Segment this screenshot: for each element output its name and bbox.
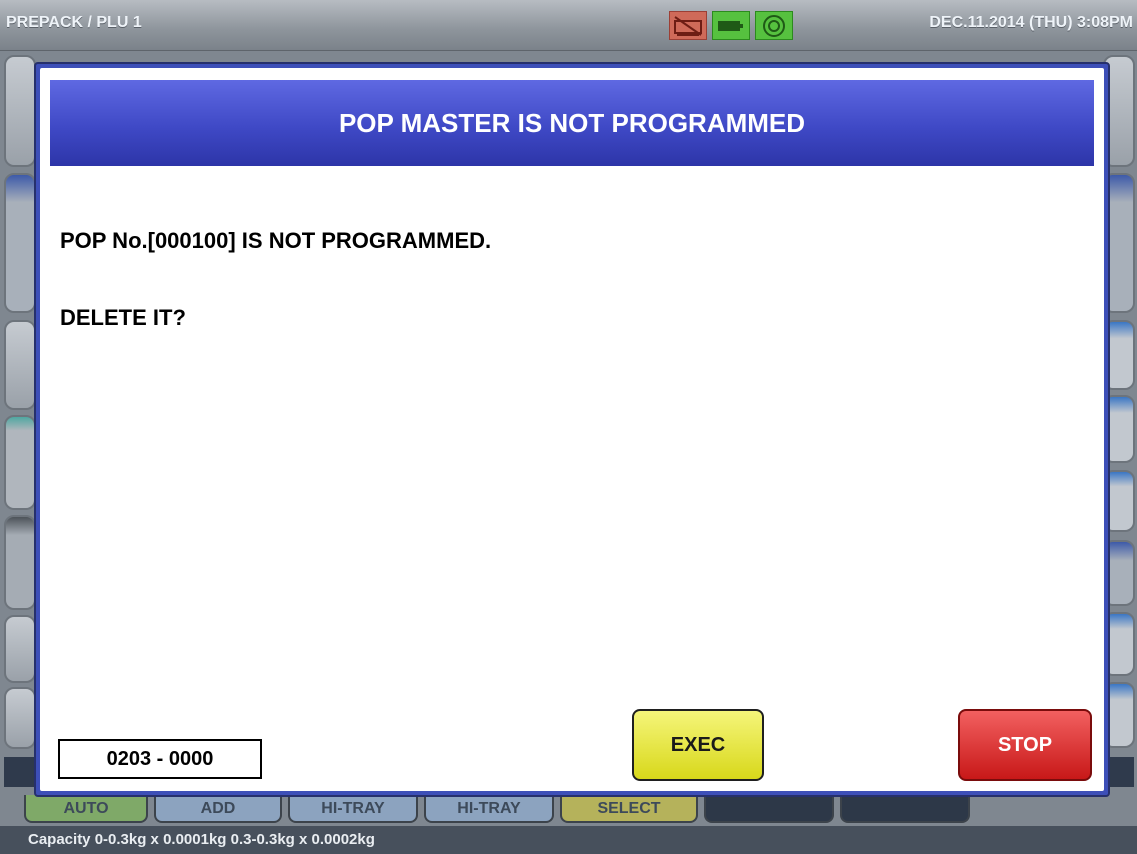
tab-add: ADD xyxy=(154,795,282,823)
error-code-field: 0203 - 0000 xyxy=(58,739,262,779)
stop-button[interactable]: STOP xyxy=(958,709,1092,781)
dialog-header: POP MASTER IS NOT PROGRAMMED xyxy=(50,80,1094,166)
bottom-tab-bar: AUTO ADD HI-TRAY HI-TRAY SELECT xyxy=(24,795,976,823)
background-panel xyxy=(4,320,36,410)
status-bar: PREPACK / PLU 1 DEC.11.2014 (THU) 3:08PM xyxy=(0,0,1137,51)
background-panel xyxy=(4,515,36,610)
dialog-message-line-2: DELETE IT? xyxy=(60,305,186,330)
message-dialog: POP MASTER IS NOT PROGRAMMED POP No.[000… xyxy=(34,62,1110,797)
tab-hi-tray: HI-TRAY xyxy=(288,795,418,823)
date-time: DEC.11.2014 (THU) 3:08PM xyxy=(929,14,1133,31)
dialog-message-line-1: POP No.[000100] IS NOT PROGRAMMED. xyxy=(60,228,492,253)
tab-hi-tray-2: HI-TRAY xyxy=(424,795,554,823)
capacity-footer: Capacity 0-0.3kg x 0.0001kg 0.3-0.3kg x … xyxy=(0,826,1137,854)
tab-auto: AUTO xyxy=(24,795,148,823)
status-icons xyxy=(669,11,798,40)
tab-empty-2 xyxy=(840,795,970,823)
screen-title: PREPACK / PLU 1 xyxy=(6,14,142,31)
battery-icon xyxy=(712,11,750,40)
background-panel xyxy=(4,55,36,167)
background-panel xyxy=(4,415,36,510)
printer-warning-icon xyxy=(669,11,707,40)
background-panel xyxy=(4,687,36,749)
background-panel xyxy=(4,615,36,683)
network-icon xyxy=(755,11,793,40)
exec-button[interactable]: EXEC xyxy=(632,709,764,781)
capacity-text: Capacity 0-0.3kg x 0.0001kg 0.3-0.3kg x … xyxy=(28,831,375,848)
dialog-title: POP MASTER IS NOT PROGRAMMED xyxy=(338,107,806,138)
tab-select: SELECT xyxy=(560,795,698,823)
dialog-body: POP MASTER IS NOT PROGRAMMED POP No.[000… xyxy=(40,68,1104,791)
tab-empty xyxy=(704,795,834,823)
background-panel xyxy=(4,173,36,313)
